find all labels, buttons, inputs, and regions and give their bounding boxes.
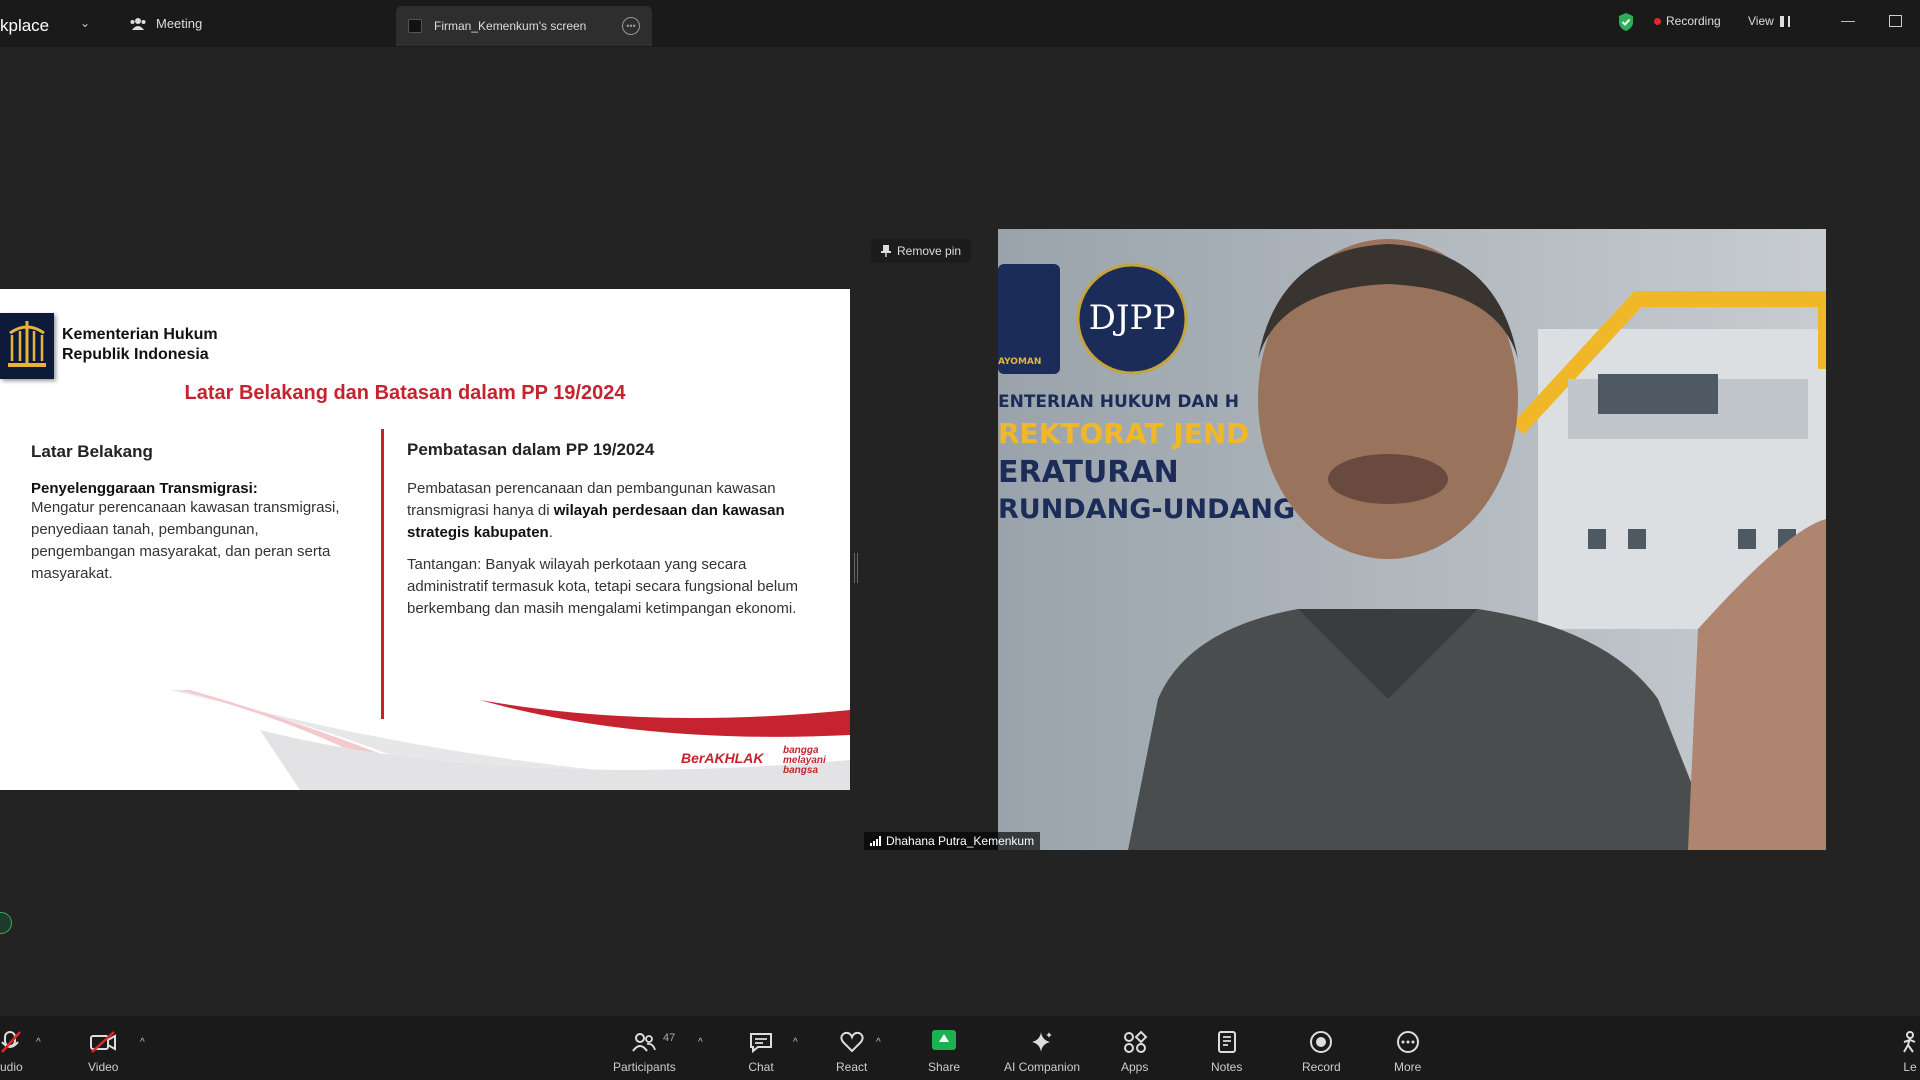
maximize-icon[interactable]: [1889, 15, 1902, 27]
share-label: Share: [928, 1060, 961, 1074]
notes-label: Notes: [1211, 1060, 1243, 1074]
participants-count: 47: [663, 1032, 676, 1044]
video-button[interactable]: Video: [88, 1030, 118, 1074]
camera-off-icon: [90, 1031, 117, 1053]
meeting-tab[interactable]: Meeting: [130, 0, 202, 47]
audio-label: udio: [0, 1060, 23, 1074]
org-line-1: Kementerian Hukum: [62, 326, 218, 343]
chat-label: Chat: [748, 1060, 774, 1074]
apps-label: Apps: [1121, 1060, 1149, 1074]
leave-icon: [1903, 1031, 1916, 1053]
backdrop-line-2: REKTORAT JEND: [998, 417, 1249, 450]
slide-organization: Kementerian Hukum Republik Indonesia: [62, 325, 218, 365]
screen-share-tab[interactable]: Firman_Kemenkum's screen •••: [396, 6, 652, 46]
org-line-2: Republik Indonesia: [62, 346, 209, 363]
shield-check-icon[interactable]: [1617, 12, 1635, 32]
right-heading: Pembatasan dalam PP 19/2024: [407, 440, 655, 459]
chat-button[interactable]: Chat: [748, 1030, 774, 1074]
leave-label: Le: [1903, 1060, 1917, 1074]
react-label: React: [836, 1060, 868, 1074]
recording-indicator[interactable]: Recording: [1654, 14, 1721, 28]
slide-left-column: Latar Belakang Penyelenggaraan Transmigr…: [31, 442, 361, 585]
record-icon: [1310, 1031, 1333, 1053]
participant-video-tile[interactable]: DJPP AYOMAN ENTERIAN HUKUM DAN H REKTORA…: [998, 229, 1826, 850]
microphone-muted-icon: [1, 1031, 21, 1053]
remove-pin-label: Remove pin: [897, 244, 962, 258]
record-button[interactable]: Record: [1302, 1030, 1341, 1074]
left-text: Mengatur perencanaan kawasan transmigras…: [31, 499, 340, 582]
sparkle-icon: [1032, 1032, 1053, 1052]
slide-wave-decoration: [170, 690, 850, 790]
signal-strength-icon: [870, 836, 881, 846]
meeting-icon: [130, 17, 146, 30]
bangga-line-3: bangsa: [783, 765, 819, 776]
backdrop-line-3: ERATURAN: [998, 455, 1179, 490]
record-label: Record: [1302, 1060, 1341, 1074]
share-screen-icon: [932, 1030, 957, 1050]
view-label: View: [1748, 14, 1774, 28]
ai-companion-label: AI Companion: [1004, 1060, 1081, 1074]
column-divider: [381, 429, 384, 719]
bangga-melayani-logo: bangga melayani bangsa: [783, 746, 826, 776]
recording-label: Recording: [1666, 14, 1721, 28]
remove-pin-button[interactable]: Remove pin: [871, 239, 972, 263]
slide-title: Latar Belakang dan Batasan dalam PP 19/2…: [184, 382, 626, 404]
chevron-down-icon[interactable]: ⌄: [80, 16, 90, 30]
share-button[interactable]: Share: [928, 1030, 960, 1074]
slide-right-column: Pembatasan dalam PP 19/2024 Pembatasan p…: [407, 440, 817, 620]
leave-button[interactable]: Le: [1900, 1030, 1920, 1074]
berakhlak-logo: BerAKHLAK: [681, 750, 764, 766]
view-button[interactable]: View: [1748, 14, 1790, 28]
backdrop-logo-text: AYOMAN: [998, 357, 1041, 367]
chat-caret-icon[interactable]: ^: [793, 1037, 798, 1048]
react-button[interactable]: React: [836, 1030, 867, 1074]
notes-button[interactable]: Notes: [1211, 1030, 1242, 1074]
more-options-icon[interactable]: •••: [622, 17, 640, 35]
djpp-logo: DJPP: [1089, 298, 1176, 338]
right-paragraph-2: Tantangan: Banyak wilayah perkotaan yang…: [407, 556, 799, 617]
meeting-tab-label: Meeting: [156, 16, 203, 31]
screen-icon: [408, 19, 422, 33]
side-panel-badge-icon[interactable]: [0, 912, 12, 934]
video-label: Video: [88, 1060, 119, 1074]
pin-icon: [881, 245, 891, 257]
right-para1-end: .: [548, 524, 553, 541]
record-dot-icon: [1654, 17, 1661, 25]
minimize-icon[interactable]: —: [1841, 12, 1855, 28]
video-feed: DJPP AYOMAN ENTERIAN HUKUM DAN H REKTORA…: [998, 229, 1826, 850]
heart-icon: [840, 1031, 864, 1053]
top-bar: kplace ⌄ Meeting Firman_Kemenkum's scree…: [0, 0, 1920, 47]
left-heading: Latar Belakang: [31, 442, 153, 461]
more-label: More: [1394, 1060, 1422, 1074]
chat-icon: [750, 1033, 772, 1054]
backdrop-line-4: RUNDANG-UNDANG: [998, 494, 1295, 525]
right-paragraph-1: Pembatasan perencanaan dan pembangunan k…: [407, 478, 817, 544]
shared-screen-slide: Kementerian Hukum Republik Indonesia Lat…: [0, 289, 850, 790]
screen-tab-label: Firman_Kemenkum's screen: [434, 19, 587, 33]
notes-icon: [1217, 1031, 1236, 1053]
apps-button[interactable]: Apps: [1121, 1030, 1148, 1074]
audio-options-caret-icon[interactable]: ^: [36, 1037, 41, 1048]
left-subheading: Penyelenggaraan Transmigrasi:: [31, 480, 258, 497]
participants-label: Participants: [613, 1060, 676, 1074]
more-icon: [1396, 1031, 1419, 1053]
apps-icon: [1123, 1030, 1148, 1053]
participants-icon: [632, 1033, 657, 1052]
panel-splitter-handle[interactable]: [854, 553, 858, 583]
audio-button[interactable]: udio: [0, 1030, 23, 1074]
ai-companion-button[interactable]: AI Companion: [1004, 1030, 1080, 1074]
video-options-caret-icon[interactable]: ^: [140, 1037, 145, 1048]
app-title[interactable]: kplace: [0, 16, 49, 36]
kemenkum-logo: [0, 313, 54, 379]
view-layout-icon: [1779, 15, 1790, 27]
react-caret-icon[interactable]: ^: [876, 1037, 881, 1048]
meeting-toolbar: udio ^ Video ^ Participants 47 ^ Chat ^ …: [0, 1016, 1920, 1080]
participant-name-label: Dhahana Putra_Kemenkum: [864, 832, 1041, 850]
participants-caret-icon[interactable]: ^: [698, 1037, 703, 1048]
zoom-meeting-window: kplace ⌄ Meeting Firman_Kemenkum's scree…: [0, 0, 1920, 1080]
participant-name: Dhahana Putra_Kemenkum: [886, 834, 1035, 848]
backdrop-line-1: ENTERIAN HUKUM DAN H: [998, 392, 1239, 412]
more-button[interactable]: More: [1394, 1030, 1421, 1074]
